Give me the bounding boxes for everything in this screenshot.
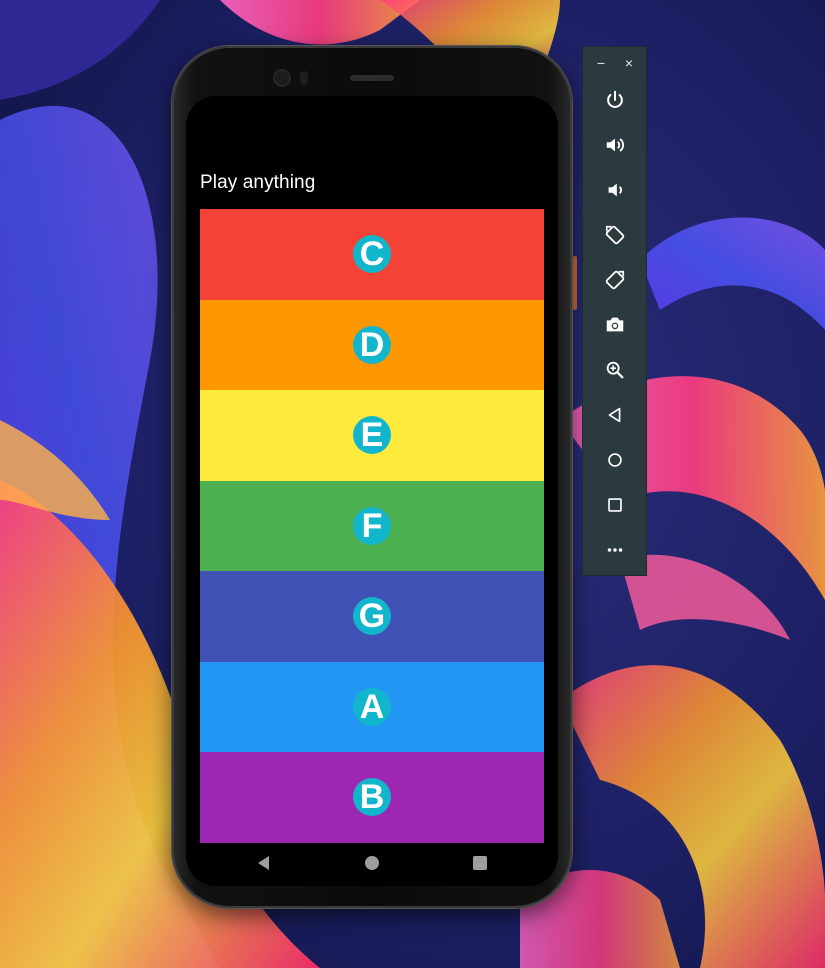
square-recents-icon[interactable] [471, 854, 489, 872]
app-title: Play anything [200, 172, 316, 193]
proximity-sensor [300, 71, 308, 85]
key-d[interactable]: D [200, 299, 544, 390]
key-c[interactable]: C [200, 209, 544, 300]
phone-earpiece [350, 75, 394, 81]
phone-side-button [573, 256, 577, 310]
rotate-left-icon[interactable] [599, 219, 631, 251]
note-label-badge: F [353, 506, 391, 545]
toolbar-window-controls: − × [583, 53, 648, 73]
note-label-badge: G [353, 597, 391, 636]
emulator-toolbar: − × [582, 46, 647, 576]
triangle-back-icon[interactable] [255, 854, 273, 872]
close-button[interactable]: × [619, 53, 639, 73]
key-b[interactable]: B [200, 752, 544, 843]
key-g[interactable]: G [200, 571, 544, 662]
home-icon[interactable] [599, 444, 631, 476]
camera-icon[interactable] [599, 309, 631, 341]
key-e[interactable]: E [200, 390, 544, 481]
note-label-badge: D [353, 325, 391, 364]
front-camera [275, 71, 289, 85]
minimize-button[interactable]: − [591, 53, 611, 73]
xylophone-keys: C D E F G A B [200, 209, 544, 843]
note-label-badge: A [353, 687, 391, 726]
zoom-icon[interactable] [599, 354, 631, 386]
back-icon[interactable] [599, 399, 631, 431]
volume-down-icon[interactable] [599, 174, 631, 206]
note-label-badge: C [353, 235, 391, 274]
overview-icon[interactable] [599, 489, 631, 521]
rotate-right-icon[interactable] [599, 264, 631, 296]
phone-screen: Play anything C D E F G A B [186, 96, 558, 886]
power-icon[interactable] [599, 84, 631, 116]
circle-home-icon[interactable] [363, 854, 381, 872]
more-icon[interactable] [599, 534, 631, 566]
volume-up-icon[interactable] [599, 129, 631, 161]
key-f[interactable]: F [200, 480, 544, 571]
android-nav-bar [186, 840, 558, 886]
note-label-badge: B [353, 778, 391, 817]
key-a[interactable]: A [200, 661, 544, 752]
note-label-badge: E [353, 416, 391, 455]
